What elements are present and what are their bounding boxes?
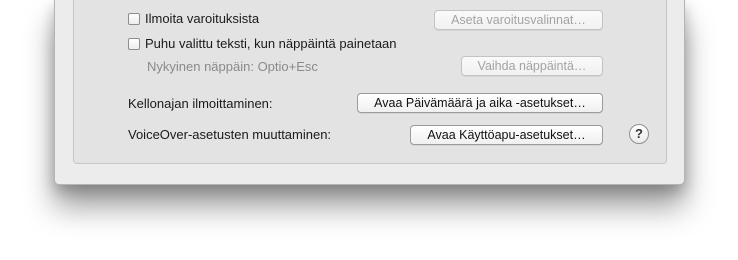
voiceover-label: VoiceOver-asetusten muuttaminen: [128,127,332,142]
alerts-checkbox-row[interactable]: Ilmoita varoituksista [128,11,259,26]
preferences-window: Ilmoita varoituksista Aseta varoitusvali… [54,0,685,185]
speak-selection-checkbox-row[interactable]: Puhu valittu teksti, kun näppäintä paine… [128,36,397,51]
speak-selection-checkbox[interactable] [128,37,140,50]
alerts-checkbox-label: Ilmoita varoituksista [145,11,260,26]
date-time-settings-button[interactable]: Avaa Päivämäärä ja aika -asetukset… [357,93,603,113]
current-key-text: Nykyinen näppäin: Optio+Esc [147,59,318,74]
clock-label: Kellonajan ilmoittaminen: [128,96,273,111]
alert-options-button[interactable]: Aseta varoitusvalinnat… [434,10,603,30]
speak-selection-checkbox-label: Puhu valittu teksti, kun näppäintä paine… [145,36,397,51]
accessibility-settings-button[interactable]: Avaa Käyttöapu-asetukset… [410,125,603,145]
text-to-speech-panel: Ilmoita varoituksista Aseta varoitusvali… [73,0,667,164]
change-key-button[interactable]: Vaihda näppäintä… [461,56,603,76]
help-icon[interactable]: ? [629,124,649,144]
alerts-checkbox[interactable] [128,12,140,25]
